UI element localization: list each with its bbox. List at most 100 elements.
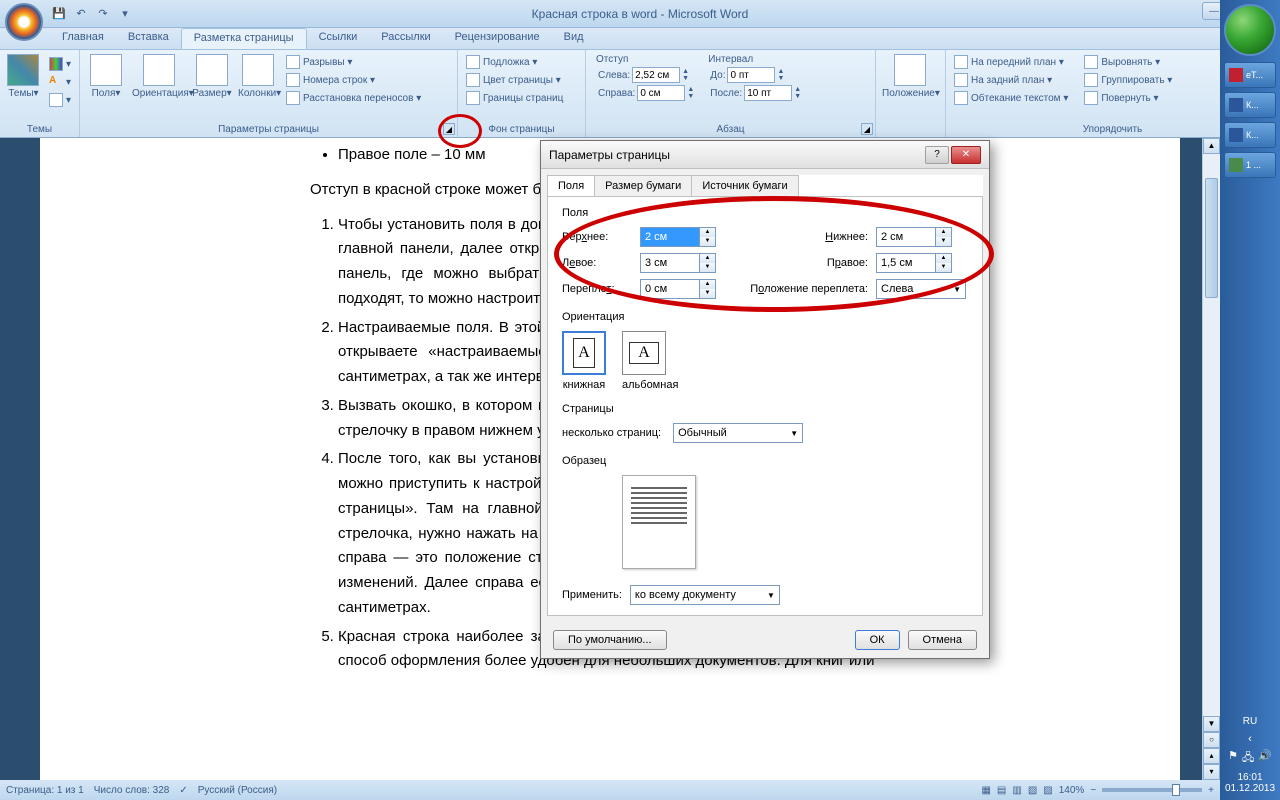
apply-select[interactable]: ко всему документу▼ bbox=[630, 585, 780, 605]
paragraph-dialog-launcher[interactable]: ◢ bbox=[861, 123, 873, 135]
top-margin-input[interactable] bbox=[640, 227, 700, 247]
landscape-option[interactable]: A альбомная bbox=[622, 331, 678, 391]
pages-section-label: Страницы bbox=[562, 403, 968, 415]
taskbar-item[interactable]: К... bbox=[1224, 92, 1276, 118]
status-bar: Страница: 1 из 1 Число слов: 328 ✓ Русск… bbox=[0, 780, 1220, 800]
taskbar-item[interactable]: еТ... bbox=[1224, 62, 1276, 88]
spellcheck-icon[interactable]: ✓ bbox=[179, 785, 187, 796]
indent-right-input[interactable] bbox=[637, 85, 685, 101]
themes-group-label: Темы bbox=[0, 124, 79, 135]
tab-mailings[interactable]: Рассылки bbox=[369, 28, 442, 49]
browse-object-button[interactable]: ○ bbox=[1203, 732, 1220, 748]
text-wrap-button[interactable]: Обтекание текстом ▾ bbox=[950, 90, 1072, 106]
start-button[interactable] bbox=[1224, 4, 1276, 56]
view-print-icon[interactable]: ▦ bbox=[981, 785, 990, 796]
bottom-margin-label: Нижнее: bbox=[738, 231, 868, 243]
dialog-tab-source[interactable]: Источник бумаги bbox=[691, 175, 798, 196]
ok-button[interactable]: ОК bbox=[855, 630, 900, 650]
rotate-button[interactable]: Повернуть ▾ bbox=[1080, 90, 1176, 106]
group-button[interactable]: Группировать ▾ bbox=[1080, 72, 1176, 88]
system-tray: RU ‹ ⚑ 🖧 🔊 16:01 01.12.2013 bbox=[1220, 710, 1280, 800]
theme-fonts-button[interactable]: A▾ bbox=[45, 74, 75, 90]
scroll-up-button[interactable]: ▲ bbox=[1203, 138, 1220, 154]
watermark-button[interactable]: Подложка ▾ bbox=[462, 54, 567, 70]
tray-network-icon[interactable]: 🖧 bbox=[1242, 749, 1254, 768]
view-draft-icon[interactable]: ▨ bbox=[1043, 785, 1052, 796]
prev-page-button[interactable]: ▴ bbox=[1203, 748, 1220, 764]
save-icon[interactable]: 💾 bbox=[50, 5, 68, 23]
status-language[interactable]: Русский (Россия) bbox=[198, 785, 277, 796]
gutter-pos-select[interactable]: Слева▼ bbox=[876, 279, 966, 299]
portrait-option[interactable]: A книжная bbox=[562, 331, 606, 391]
tab-page-layout[interactable]: Разметка страницы bbox=[181, 28, 307, 49]
tray-volume-icon[interactable]: 🔊 bbox=[1258, 749, 1272, 768]
themes-button[interactable]: Темы▾ bbox=[4, 52, 43, 101]
multi-pages-select[interactable]: Обычный▼ bbox=[673, 423, 803, 443]
vertical-scrollbar[interactable]: ▲ ▼ ○ ▴ ▾ bbox=[1202, 138, 1220, 780]
title-bar: 💾 ↶ ↷ ▾ Красная строка в word - Microsof… bbox=[0, 0, 1280, 28]
dialog-help-button[interactable]: ? bbox=[925, 146, 949, 164]
tray-time[interactable]: 16:01 bbox=[1224, 772, 1276, 783]
breaks-button[interactable]: Разрывы ▾ bbox=[282, 54, 425, 70]
windows-taskbar: еТ... К... К... 1 ... RU ‹ ⚑ 🖧 🔊 16:01 0… bbox=[1220, 0, 1280, 800]
taskbar-item[interactable]: 1 ... bbox=[1224, 152, 1276, 178]
theme-effects-button[interactable]: ▾ bbox=[45, 92, 75, 108]
scroll-thumb[interactable] bbox=[1205, 178, 1218, 298]
bottom-margin-input[interactable] bbox=[876, 227, 936, 247]
scroll-down-button[interactable]: ▼ bbox=[1203, 716, 1220, 732]
indent-left-input[interactable] bbox=[632, 67, 680, 83]
tray-date[interactable]: 01.12.2013 bbox=[1224, 783, 1276, 794]
zoom-out-button[interactable]: − bbox=[1090, 785, 1096, 796]
left-margin-input[interactable] bbox=[640, 253, 700, 273]
tray-expand-icon[interactable]: ‹ bbox=[1248, 733, 1252, 745]
spacing-before-input[interactable] bbox=[727, 67, 775, 83]
tab-insert[interactable]: Вставка bbox=[116, 28, 181, 49]
dialog-tab-paper[interactable]: Размер бумаги bbox=[594, 175, 692, 196]
page-setup-dialog-launcher[interactable]: ◢ bbox=[443, 123, 455, 135]
columns-button[interactable]: Колонки▾ bbox=[236, 52, 280, 101]
margins-button[interactable]: Поля▾ bbox=[84, 52, 128, 101]
undo-icon[interactable]: ↶ bbox=[72, 5, 90, 23]
dialog-title: Параметры страницы bbox=[549, 148, 670, 162]
page-borders-button[interactable]: Границы страниц bbox=[462, 90, 567, 106]
gutter-pos-label: Положение переплета: bbox=[738, 283, 868, 295]
tab-review[interactable]: Рецензирование bbox=[443, 28, 552, 49]
zoom-in-button[interactable]: + bbox=[1208, 785, 1214, 796]
taskbar-item[interactable]: К... bbox=[1224, 122, 1276, 148]
position-button[interactable]: Положение▾ bbox=[880, 52, 940, 101]
tray-security-icon[interactable]: ⚑ bbox=[1228, 749, 1238, 768]
view-web-icon[interactable]: ▥ bbox=[1012, 785, 1021, 796]
tab-view[interactable]: Вид bbox=[552, 28, 596, 49]
zoom-level[interactable]: 140% bbox=[1059, 785, 1085, 796]
zoom-slider[interactable] bbox=[1102, 788, 1202, 792]
cancel-button[interactable]: Отмена bbox=[908, 630, 977, 650]
dialog-tab-margins[interactable]: Поля bbox=[547, 175, 595, 196]
dialog-close-button[interactable]: ✕ bbox=[951, 146, 981, 164]
tab-references[interactable]: Ссылки bbox=[307, 28, 370, 49]
size-button[interactable]: Размер▾ bbox=[190, 52, 234, 101]
tray-language[interactable]: RU bbox=[1224, 716, 1276, 727]
dialog-titlebar: Параметры страницы ? ✕ bbox=[541, 141, 989, 169]
hyphenation-button[interactable]: Расстановка переносов ▾ bbox=[282, 90, 425, 106]
bring-front-button[interactable]: На передний план ▾ bbox=[950, 54, 1072, 70]
tab-home[interactable]: Главная bbox=[50, 28, 116, 49]
status-page[interactable]: Страница: 1 из 1 bbox=[6, 785, 84, 796]
theme-colors-button[interactable]: ▾ bbox=[45, 56, 75, 72]
redo-icon[interactable]: ↷ bbox=[94, 5, 112, 23]
send-back-button[interactable]: На задний план ▾ bbox=[950, 72, 1072, 88]
page-color-button[interactable]: Цвет страницы ▾ bbox=[462, 72, 567, 88]
qat-more-icon[interactable]: ▾ bbox=[116, 5, 134, 23]
margins-section-label: Поля bbox=[562, 207, 968, 219]
view-outline-icon[interactable]: ▧ bbox=[1028, 785, 1037, 796]
line-numbers-button[interactable]: Номера строк ▾ bbox=[282, 72, 425, 88]
spacing-after-input[interactable] bbox=[744, 85, 792, 101]
office-button[interactable] bbox=[5, 3, 43, 41]
align-button[interactable]: Выровнять ▾ bbox=[1080, 54, 1176, 70]
orientation-button[interactable]: Ориентация▾ bbox=[130, 52, 188, 101]
right-margin-input[interactable] bbox=[876, 253, 936, 273]
next-page-button[interactable]: ▾ bbox=[1203, 764, 1220, 780]
status-words[interactable]: Число слов: 328 bbox=[94, 785, 170, 796]
default-button[interactable]: По умолчанию... bbox=[553, 630, 667, 650]
view-reading-icon[interactable]: ▤ bbox=[997, 785, 1006, 796]
gutter-input[interactable] bbox=[640, 279, 700, 299]
